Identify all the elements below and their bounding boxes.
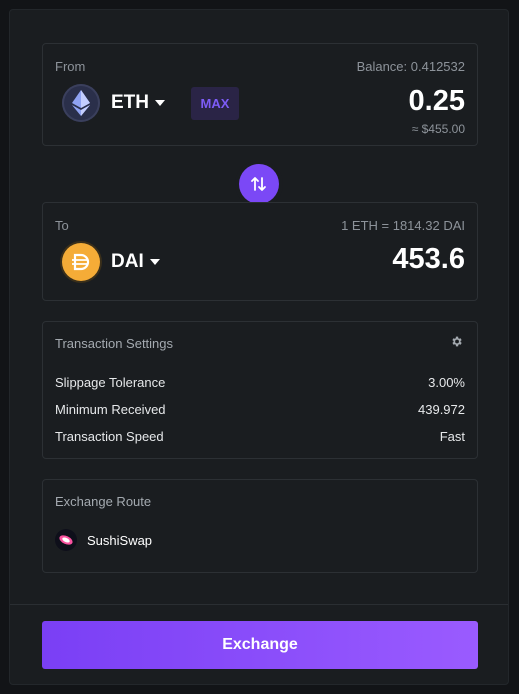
from-amount-input[interactable]: 0.25: [409, 85, 465, 118]
sushiswap-icon: [55, 529, 77, 551]
route-item: SushiSwap: [55, 529, 152, 551]
balance-text: Balance: 0.412532: [356, 59, 465, 74]
usd-value: ≈ $455.00: [411, 122, 465, 136]
swap-direction-button[interactable]: [239, 164, 279, 204]
divider: [10, 604, 508, 605]
to-token-name: DAI: [111, 251, 144, 272]
to-amount: 453.6: [392, 243, 465, 275]
setting-label: Slippage Tolerance: [55, 375, 166, 390]
setting-value: 3.00%: [428, 375, 465, 390]
settings-title: Transaction Settings: [55, 336, 174, 351]
route-title: Exchange Route: [55, 494, 152, 509]
setting-label: Minimum Received: [55, 402, 166, 417]
chevron-down-icon: [149, 259, 160, 265]
exchange-panel: From Balance: 0.412532 ETH MAX 0.25 ≈ $4…: [9, 9, 509, 685]
from-label: From: [55, 59, 86, 74]
to-card: To 1 ETH = 1814.32 DAI DAI 453.6: [42, 202, 478, 301]
transaction-speed-row: Transaction Speed Fast: [55, 429, 465, 444]
gear-icon[interactable]: [450, 335, 463, 353]
to-label: To: [55, 218, 69, 233]
ethereum-icon: [62, 84, 100, 122]
setting-value: Fast: [439, 429, 465, 444]
exchange-button[interactable]: Exchange: [42, 621, 478, 669]
slippage-row: Slippage Tolerance 3.00%: [55, 375, 465, 390]
transaction-settings-card: Transaction Settings Slippage Tolerance …: [42, 321, 478, 459]
chevron-down-icon: [155, 100, 165, 106]
from-card: From Balance: 0.412532 ETH MAX 0.25 ≈ $4…: [42, 43, 478, 146]
exchange-route-card: Exchange Route SushiSwap: [42, 479, 478, 573]
from-token-name: ETH: [111, 92, 149, 113]
from-token-selector[interactable]: ETH: [62, 84, 165, 122]
swap-arrows-icon: [251, 177, 266, 191]
route-name: SushiSwap: [87, 532, 153, 548]
exchange-rate: 1 ETH = 1814.32 DAI: [341, 218, 465, 233]
setting-label: Transaction Speed: [55, 429, 164, 444]
dai-icon: [62, 243, 100, 281]
max-button[interactable]: MAX: [191, 87, 239, 120]
setting-value: 439.972: [418, 402, 465, 417]
to-token-selector[interactable]: DAI: [62, 243, 160, 281]
minimum-received-row: Minimum Received 439.972: [55, 402, 465, 417]
